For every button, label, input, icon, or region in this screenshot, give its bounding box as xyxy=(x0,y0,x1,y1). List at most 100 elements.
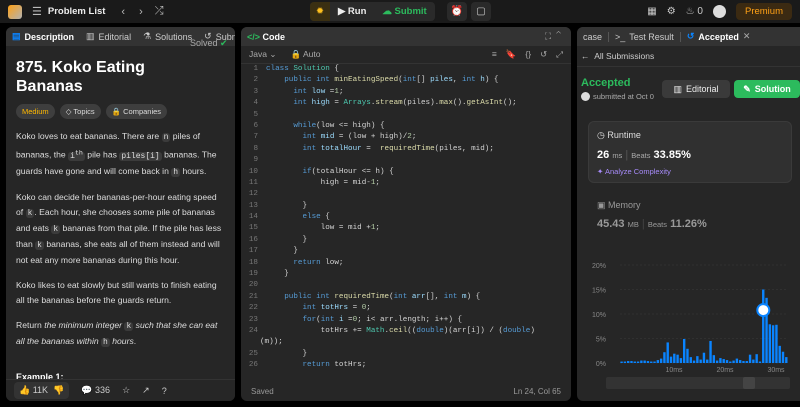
code-line[interactable]: 11 high = mid-1; xyxy=(241,179,571,190)
memory-card[interactable]: ▣ Memory 45.43 MB | Beats 11.26% xyxy=(588,193,792,241)
bookmark-icon[interactable]: 🔖 xyxy=(506,49,517,60)
chip-icon: ▣ xyxy=(597,200,609,210)
settings-gear-icon[interactable]: ⚙ xyxy=(667,6,676,17)
code-text: if(totalHour <= h) { xyxy=(302,167,394,176)
runtime-card[interactable]: ◷ Runtime 26 ms | Beats 33.85% ✦ Analyze… xyxy=(588,121,792,183)
line-number: 17 xyxy=(248,247,258,256)
code-line[interactable]: 6 while(low <= high) { xyxy=(241,122,571,133)
solution-button[interactable]: ✎ Solution xyxy=(734,80,800,98)
code-editor[interactable]: 1 class Solution {2 public int minEatingS… xyxy=(241,65,571,375)
code-line[interactable]: 25 } xyxy=(241,350,571,361)
tab-solutions[interactable]: ⚗ Solutions xyxy=(137,31,198,42)
expand-icon[interactable]: ⤢ xyxy=(556,49,563,60)
avatar[interactable] xyxy=(712,5,726,18)
help-icon[interactable]: ? xyxy=(162,386,167,396)
code-panel: </> Code ⛶ ⌃ Java ⌄ 🔒 Auto ≡ 🔖 {} ↺ ⤢ 1c… xyxy=(241,27,571,401)
tab-description[interactable]: ▤ Description xyxy=(6,31,80,42)
like-button[interactable]: 👍 11K 👎 xyxy=(14,382,70,399)
close-icon[interactable]: ✕ xyxy=(743,31,751,42)
line-number: 5 xyxy=(253,110,258,119)
thumbs-down-icon[interactable]: 👎 xyxy=(53,385,64,395)
chart-bar xyxy=(712,355,716,363)
format-icon[interactable]: ≡ xyxy=(492,49,497,60)
code-text: low = mid +1; xyxy=(266,224,380,233)
y-tick-label: 0% xyxy=(596,361,606,368)
code-line[interactable]: 19 } xyxy=(241,270,571,281)
reset-icon[interactable]: ↺ xyxy=(540,49,547,60)
chart-bar xyxy=(785,357,788,363)
tab-accepted[interactable]: ↺ Accepted ✕ xyxy=(681,31,757,42)
code-line[interactable]: 21 public int requiredTime(int arr[], in… xyxy=(241,293,571,304)
line-number: 7 xyxy=(253,133,258,142)
code-line[interactable]: 2 public int minEatingSpeed(int[] piles,… xyxy=(241,76,571,87)
mode-select[interactable]: 🔒 Auto xyxy=(290,49,320,60)
shuffle-icon[interactable]: ⤮ xyxy=(155,5,164,18)
streak-fire-icon[interactable]: ♨ 0 xyxy=(686,6,703,17)
code-line[interactable]: 4 int high = Arrays.stream(piles).max().… xyxy=(241,99,571,110)
code-line[interactable]: 9 xyxy=(241,156,571,167)
code-line[interactable]: (m)); xyxy=(241,338,571,349)
description-body: 875. Koko Eating Bananas Medium ◇ Topics… xyxy=(6,58,235,382)
code-title: Code xyxy=(262,31,286,42)
chart-bar xyxy=(722,359,725,363)
chart-bar xyxy=(666,342,669,363)
code-line[interactable]: 13 } xyxy=(241,202,571,213)
note-icon[interactable]: ▢ xyxy=(471,2,491,21)
chart-bar xyxy=(656,360,660,363)
code-line[interactable]: 26 return totHrs; xyxy=(241,361,571,372)
tab-test-result[interactable]: >_ Test Result xyxy=(609,32,680,42)
code-line[interactable]: 8 int totalHour = requiredTime(piles, mi… xyxy=(241,145,571,156)
share-icon[interactable]: ↗ xyxy=(142,385,150,396)
code-line[interactable]: 24 totHrs += Math.ceil((double)(arr[i]) … xyxy=(241,327,571,338)
code-line[interactable]: 3 int low =1; xyxy=(241,88,571,99)
code-line[interactable]: 1 class Solution { xyxy=(241,65,571,76)
memory-beats: 11.26% xyxy=(670,218,707,230)
run-button[interactable]: ▶ Run xyxy=(330,2,374,21)
code-line[interactable]: 18 return low; xyxy=(241,259,571,270)
code-line[interactable]: 10 if(totalHour <= h) { xyxy=(241,168,571,179)
line-number: 12 xyxy=(248,190,258,199)
code-line[interactable]: 15 low = mid +1; xyxy=(241,224,571,235)
code-line[interactable]: 5 xyxy=(241,111,571,122)
language-select[interactable]: Java ⌄ xyxy=(249,49,276,60)
chart-bar xyxy=(692,360,696,363)
runtime-distribution-chart[interactable]: 20% 15% 10% 5% 0% 10ms 20ms 30ms xyxy=(578,255,800,405)
next-problem-icon[interactable]: › xyxy=(139,6,143,18)
companies-chip[interactable]: 🔒 Companies xyxy=(105,104,168,119)
leetcode-logo[interactable] xyxy=(8,4,22,19)
editorial-button[interactable]: ▥ Editorial xyxy=(662,80,730,98)
premium-button[interactable]: Premium xyxy=(735,3,792,20)
comments-button[interactable]: 💬 336 xyxy=(81,385,110,396)
prev-problem-icon[interactable]: ‹ xyxy=(121,6,125,18)
star-icon[interactable]: ☆ xyxy=(122,385,130,396)
code-line[interactable]: 23 for(int i =0; i< arr.length; i++) { xyxy=(241,316,571,327)
line-number: 8 xyxy=(253,144,258,153)
line-number: 24 xyxy=(248,326,258,335)
timer-icon[interactable]: ⏰ xyxy=(447,2,467,21)
debug-icon[interactable]: ✹ xyxy=(310,2,330,21)
code-line[interactable]: 12 xyxy=(241,190,571,201)
code-line[interactable]: 17 } xyxy=(241,247,571,258)
tab-testcase[interactable]: case xyxy=(577,32,608,42)
back-to-submissions[interactable]: ← All Submissions xyxy=(581,51,654,61)
chart-range-handle xyxy=(743,377,755,389)
y-tick-label: 10% xyxy=(592,312,606,319)
runtime-beats: 33.85% xyxy=(653,149,691,161)
line-number: 2 xyxy=(253,76,258,85)
code-line[interactable]: 16 } xyxy=(241,236,571,247)
analyze-complexity-link[interactable]: ✦ Analyze Complexity xyxy=(597,167,671,176)
difficulty-badge[interactable]: Medium xyxy=(16,104,55,119)
problem-list-link[interactable]: Problem List xyxy=(48,6,106,17)
topics-chip[interactable]: ◇ Topics xyxy=(59,104,101,119)
code-line[interactable]: 7 int mid = (low + high)/2; xyxy=(241,133,571,144)
code-line[interactable]: 22 int totHrs = 0; xyxy=(241,304,571,315)
braces-icon[interactable]: {} xyxy=(525,49,531,60)
code-line[interactable]: 20 xyxy=(241,281,571,292)
layout-grid-icon[interactable]: ▦ xyxy=(647,6,656,17)
code-line[interactable]: 14 else { xyxy=(241,213,571,224)
result-tabs: case >_ Test Result ↺ Accepted ✕ xyxy=(577,27,800,46)
line-number: 26 xyxy=(248,361,258,370)
list-icon[interactable]: ☰ xyxy=(32,5,42,18)
tab-editorial[interactable]: ▥ Editorial xyxy=(80,31,137,42)
submit-button[interactable]: ☁ Submit xyxy=(374,2,434,21)
